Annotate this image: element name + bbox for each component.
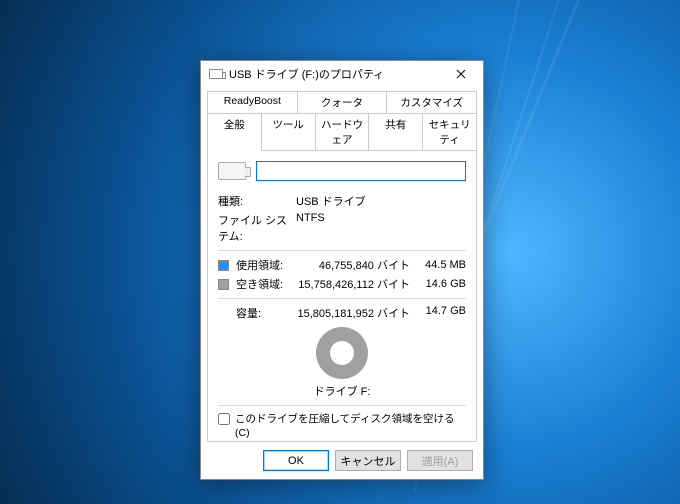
used-bytes: 46,755,840 バイト (296, 257, 420, 273)
ok-button[interactable]: OK (263, 450, 329, 471)
dialog-buttons: OK キャンセル 適用(A) (201, 442, 483, 479)
tab-general[interactable]: 全般 (207, 113, 262, 151)
used-label: 使用領域: (236, 257, 296, 273)
used-human: 44.5 MB (420, 259, 466, 271)
divider (218, 405, 466, 406)
volume-label-input[interactable] (256, 161, 466, 181)
capacity-bytes: 15,805,181,952 バイト (296, 305, 420, 321)
drive-letter-label: ドライブ F: (218, 383, 466, 399)
drive-icon (209, 69, 223, 79)
tab-hardware[interactable]: ハードウェア (315, 113, 370, 151)
tabs: ReadyBoost クォータ カスタマイズ 全般 ツール ハードウェア 共有 … (201, 87, 483, 151)
window-title: USB ドライブ (F:)のプロパティ (229, 66, 441, 82)
free-bytes: 15,758,426,112 バイト (296, 276, 420, 292)
compress-label: このドライブを圧縮してディスク領域を空ける(C) (235, 412, 466, 440)
type-label: 種類: (218, 193, 296, 209)
compress-checkbox-row[interactable]: このドライブを圧縮してディスク領域を空ける(C) (218, 412, 466, 440)
titlebar[interactable]: USB ドライブ (F:)のプロパティ (201, 61, 483, 87)
tab-quota[interactable]: クォータ (297, 91, 388, 113)
tab-security[interactable]: セキュリティ (422, 113, 477, 151)
used-swatch (218, 260, 229, 271)
divider (218, 298, 466, 299)
drive-large-icon (218, 162, 246, 180)
free-swatch (218, 279, 229, 290)
usage-pie-chart (316, 327, 368, 379)
free-human: 14.6 GB (420, 278, 466, 290)
compress-checkbox[interactable] (218, 413, 230, 425)
type-value: USB ドライブ (296, 193, 366, 209)
close-button[interactable] (441, 61, 481, 87)
general-panel: 種類:USB ドライブ ファイル システム:NTFS 使用領域: 46,755,… (207, 151, 477, 442)
apply-button[interactable]: 適用(A) (407, 450, 473, 471)
free-label: 空き領域: (236, 276, 296, 292)
filesystem-label: ファイル システム: (218, 212, 296, 244)
tab-customize[interactable]: カスタマイズ (386, 91, 477, 113)
capacity-label: 容量: (236, 305, 296, 321)
tab-tools[interactable]: ツール (261, 113, 316, 151)
capacity-human: 14.7 GB (420, 305, 466, 321)
cancel-button[interactable]: キャンセル (335, 450, 401, 471)
filesystem-value: NTFS (296, 212, 325, 244)
tab-readyboost[interactable]: ReadyBoost (207, 91, 298, 113)
properties-dialog: USB ドライブ (F:)のプロパティ ReadyBoost クォータ カスタマ… (200, 60, 484, 480)
divider (218, 250, 466, 251)
desktop-background: USB ドライブ (F:)のプロパティ ReadyBoost クォータ カスタマ… (0, 0, 680, 504)
tab-sharing[interactable]: 共有 (368, 113, 423, 151)
